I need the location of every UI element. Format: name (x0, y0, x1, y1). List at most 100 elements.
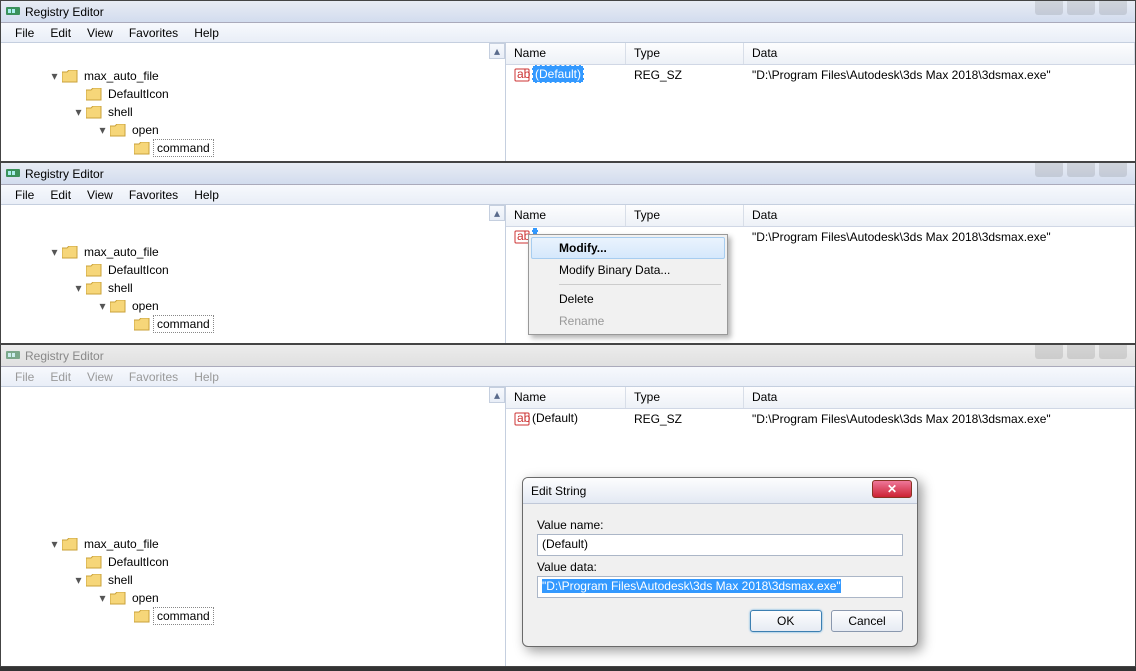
menubar: File Edit View Favorites Help (1, 367, 1135, 387)
tree-item-defaulticon[interactable]: DefaultIcon (5, 553, 214, 571)
value-name-field[interactable]: (Default) (537, 534, 903, 556)
tree-item-defaulticon[interactable]: DefaultIcon (5, 261, 214, 279)
tree-item-max_auto_file[interactable]: ▾ max_auto_file (5, 535, 214, 553)
tree-item-command[interactable]: command (5, 607, 214, 625)
menu-favorites[interactable]: Favorites (121, 24, 186, 42)
menu-file[interactable]: File (7, 186, 42, 204)
collapse-icon[interactable]: ▾ (97, 301, 108, 312)
expander-spacer (73, 265, 84, 276)
max-button[interactable] (1067, 163, 1095, 177)
collapse-icon[interactable]: ▾ (97, 593, 108, 604)
titlebar[interactable]: Registry Editor (1, 1, 1135, 23)
collapse-icon[interactable]: ▾ (97, 125, 108, 136)
close-button[interactable] (1099, 1, 1127, 15)
scroll-up-icon[interactable]: ▴ (489, 205, 505, 221)
menu-edit[interactable]: Edit (42, 186, 79, 204)
tree-item-shell[interactable]: ▾shell (5, 103, 214, 121)
menu-edit[interactable]: Edit (42, 368, 79, 386)
tree-pane[interactable]: ▴ ▾max_auto_file DefaultIcon▾shell▾open … (1, 205, 506, 343)
dialog-close-button[interactable]: ✕ (872, 480, 912, 498)
menu-edit[interactable]: Edit (42, 24, 79, 42)
value-name: (Default) (532, 411, 578, 425)
col-data[interactable]: Data (744, 205, 1135, 226)
max-button[interactable] (1067, 345, 1095, 359)
ctx-rename: Rename (531, 310, 725, 332)
list-row[interactable]: ab (Default) REG_SZ "D:\Program Files\Au… (506, 65, 1135, 85)
tree-item-command[interactable]: command (5, 139, 214, 157)
close-button[interactable] (1099, 163, 1127, 177)
regedit-window-1: Registry Editor File Edit View Favorites… (0, 0, 1136, 162)
edit-string-dialog: Edit String ✕ Value name: (Default) Valu… (522, 477, 918, 647)
col-type[interactable]: Type (626, 205, 744, 226)
titlebar[interactable]: Registry Editor (1, 163, 1135, 185)
menu-favorites[interactable]: Favorites (121, 368, 186, 386)
min-button[interactable] (1035, 1, 1063, 15)
col-name[interactable]: Name (506, 387, 626, 408)
menu-file[interactable]: File (7, 368, 42, 386)
value-data: "D:\Program Files\Autodesk\3ds Max 2018\… (744, 66, 1135, 84)
tree-item-open[interactable]: ▾open (5, 121, 214, 139)
tree-item-open[interactable]: ▾open (5, 297, 214, 315)
ok-button[interactable]: OK (750, 610, 822, 632)
value-data-label: Value data: (537, 560, 903, 574)
menu-file[interactable]: File (7, 24, 42, 42)
scroll-up-icon[interactable]: ▴ (489, 43, 505, 59)
tree-item-shell[interactable]: ▾shell (5, 279, 214, 297)
list-header: Name Type Data (506, 387, 1135, 409)
list-pane[interactable]: Name Type Data ab (Default) REG_SZ "D:\P… (506, 387, 1135, 666)
list-pane[interactable]: Name Type Data ab (Default) REG_SZ "D:\P… (506, 43, 1135, 161)
dialog-titlebar[interactable]: Edit String ✕ (523, 478, 917, 504)
folder-icon (110, 592, 126, 605)
tree-item-open[interactable]: ▾open (5, 589, 214, 607)
menu-favorites[interactable]: Favorites (121, 186, 186, 204)
tree-item-max_auto_file[interactable]: ▾ max_auto_file (5, 243, 214, 261)
tree-item-shell[interactable]: ▾shell (5, 571, 214, 589)
folder-icon (86, 106, 102, 119)
col-name[interactable]: Name (506, 205, 626, 226)
min-button[interactable] (1035, 163, 1063, 177)
collapse-icon[interactable]: ▾ (73, 107, 84, 118)
menu-help[interactable]: Help (186, 186, 227, 204)
col-type[interactable]: Type (626, 43, 744, 64)
regedit-window-2: Registry Editor File Edit View Favorites… (0, 162, 1136, 344)
tree-item-label: max_auto_file (81, 536, 162, 552)
ctx-delete[interactable]: Delete (531, 288, 725, 310)
max-button[interactable] (1067, 1, 1095, 15)
col-data[interactable]: Data (744, 387, 1135, 408)
tree-item-defaulticon[interactable]: DefaultIcon (5, 85, 214, 103)
tree-item-max_auto_file[interactable]: ▾max_auto_file (5, 67, 214, 85)
col-data[interactable]: Data (744, 43, 1135, 64)
tree-pane[interactable]: ▴ ▾max_auto_file DefaultIcon▾shell▾open … (1, 387, 506, 666)
collapse-icon[interactable]: ▾ (49, 247, 60, 258)
list-row[interactable]: ab (Default) REG_SZ "D:\Program Files\Au… (506, 409, 1135, 429)
ctx-modify[interactable]: Modify... (531, 237, 725, 259)
window-buttons (1035, 345, 1127, 359)
expander-spacer (73, 557, 84, 568)
ctx-modify-binary[interactable]: Modify Binary Data... (531, 259, 725, 281)
menubar: File Edit View Favorites Help (1, 185, 1135, 205)
menu-help[interactable]: Help (186, 24, 227, 42)
tree-item-command[interactable]: command (5, 315, 214, 333)
scroll-up-icon[interactable]: ▴ (489, 387, 505, 403)
title-text: Registry Editor (25, 349, 104, 363)
value-data-field[interactable]: "D:\Program Files\Autodesk\3ds Max 2018\… (537, 576, 903, 598)
close-button[interactable] (1099, 345, 1127, 359)
titlebar[interactable]: Registry Editor (1, 345, 1135, 367)
menu-view[interactable]: View (79, 368, 121, 386)
collapse-icon[interactable]: ▾ (73, 283, 84, 294)
min-button[interactable] (1035, 345, 1063, 359)
menu-help[interactable]: Help (186, 368, 227, 386)
col-name[interactable]: Name (506, 43, 626, 64)
dialog-title: Edit String (531, 484, 586, 498)
col-type[interactable]: Type (626, 387, 744, 408)
collapse-icon[interactable]: ▾ (73, 575, 84, 586)
menu-view[interactable]: View (79, 24, 121, 42)
collapse-icon[interactable]: ▾ (49, 71, 60, 82)
collapse-icon[interactable]: ▾ (49, 539, 60, 550)
menu-view[interactable]: View (79, 186, 121, 204)
folder-icon (86, 282, 102, 295)
tree-pane[interactable]: ▴ ▾max_auto_file DefaultIcon▾shell▾open … (1, 43, 506, 161)
tree-item-label: max_auto_file (81, 244, 162, 260)
list-pane[interactable]: Name Type Data ab "D:\Program Files\Auto… (506, 205, 1135, 343)
cancel-button[interactable]: Cancel (831, 610, 903, 632)
